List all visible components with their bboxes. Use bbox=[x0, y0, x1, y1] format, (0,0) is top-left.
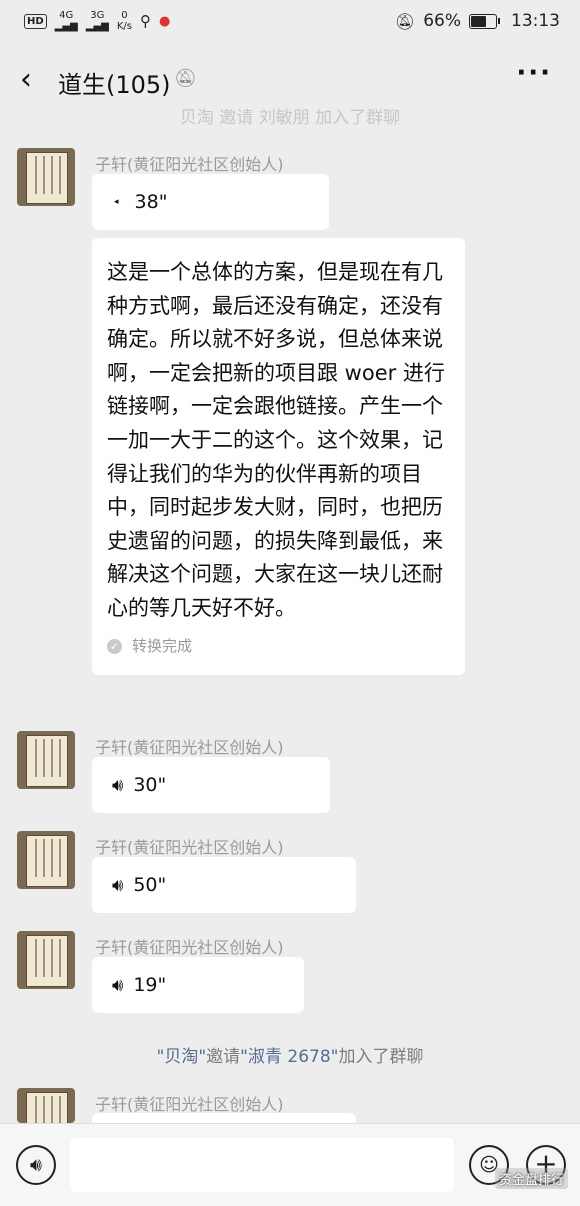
bell-off-icon: 🔕︎ bbox=[174, 68, 197, 89]
status-right: 🔕︎ 66% 13:13 bbox=[395, 11, 560, 31]
voice-wave-icon: 🔊︎ bbox=[112, 874, 124, 896]
message-input[interactable] bbox=[70, 1138, 454, 1192]
voice-duration: 38" bbox=[134, 191, 168, 213]
system-message-invite: "贝淘"邀请"淑青 2678"加入了群聊 bbox=[0, 1042, 580, 1067]
message-bubble-partial[interactable] bbox=[92, 1113, 356, 1123]
status-bar: HD 4G ▂▄▆ 3G ▂▄▆ 0 K/s ⚲ ● 🔕︎ 66% 13:13 bbox=[0, 0, 580, 46]
avatar[interactable] bbox=[17, 931, 75, 989]
battery-fill bbox=[471, 15, 487, 27]
avatar[interactable] bbox=[17, 831, 75, 889]
invitee-name[interactable]: "淑青 2678" bbox=[240, 1047, 338, 1067]
invitee-name[interactable]: 刘敏朋 bbox=[259, 108, 310, 128]
invite-suffix: 加入了群聊 bbox=[315, 108, 401, 128]
hd-badge: HD bbox=[24, 13, 47, 29]
clock: 13:13 bbox=[511, 11, 560, 31]
invite-verb: 邀请 bbox=[206, 1047, 241, 1067]
network-speed: 0 K/s bbox=[116, 10, 132, 32]
avatar[interactable] bbox=[17, 1088, 75, 1123]
battery-icon bbox=[469, 13, 500, 29]
battery-percent: 66% bbox=[423, 11, 461, 31]
avatar[interactable] bbox=[17, 148, 75, 206]
invite-verb: 邀请 bbox=[219, 108, 254, 128]
sender-name: 子轩(黄征阳光社区创始人) bbox=[95, 838, 284, 857]
invite-suffix: 加入了群聊 bbox=[338, 1047, 424, 1067]
voice-playing-icon: ◂ bbox=[114, 197, 119, 207]
voice-message[interactable]: 🔊︎ 50" bbox=[92, 857, 356, 913]
check-circle-icon: ✓ bbox=[107, 638, 122, 654]
location-icon: ● bbox=[158, 13, 171, 29]
voice-duration: 30" bbox=[133, 774, 167, 796]
voice-message[interactable]: 🔊︎ 19" bbox=[92, 957, 304, 1013]
transcript-status: ✓ 转换完成 bbox=[107, 630, 451, 664]
more-dots-icon[interactable]: ··· bbox=[516, 60, 552, 86]
sender-name: 子轩(黄征阳光社区创始人) bbox=[95, 1095, 284, 1114]
voice-duration: 19" bbox=[133, 974, 167, 996]
sender-name: 子轩(黄征阳光社区创始人) bbox=[95, 155, 284, 174]
transcript-text: 这是一个总体的方案，但是现在有几种方式啊，最后还没有确定，还没有确定。所以就不好… bbox=[107, 260, 445, 620]
status-left: HD 4G ▂▄▆ 3G ▂▄▆ 0 K/s ⚲ ● bbox=[24, 10, 170, 32]
transcript-status-label: 转换完成 bbox=[132, 636, 193, 655]
voice-message[interactable]: 🔊︎ 30" bbox=[92, 757, 330, 813]
inviter-name[interactable]: 贝淘 bbox=[180, 108, 214, 128]
sender-name: 子轩(黄征阳光社区创始人) bbox=[95, 938, 284, 957]
sender-name: 子轩(黄征阳光社区创始人) bbox=[95, 738, 284, 757]
chat-title: 道生(105) bbox=[58, 71, 171, 99]
transcript-bubble[interactable]: 这是一个总体的方案，但是现在有几种方式啊，最后还没有确定，还没有确定。所以就不好… bbox=[92, 238, 465, 676]
inviter-name[interactable]: "贝淘" bbox=[157, 1047, 207, 1067]
system-message-invite: 贝淘 邀请 刘敏朋 加入了群聊 bbox=[0, 103, 580, 128]
voice-input-icon[interactable]: 🔊︎ bbox=[16, 1145, 56, 1185]
signal-4g: 4G ▂▄▆ bbox=[54, 10, 78, 32]
avatar[interactable] bbox=[17, 731, 75, 789]
chat-input-bar: 🔊︎ ☺ + bbox=[0, 1123, 580, 1206]
voice-wave-icon: 🔊︎ bbox=[112, 974, 124, 996]
chevron-left-icon[interactable]: ‹ bbox=[20, 64, 32, 96]
signal-3g: 3G ▂▄▆ bbox=[85, 10, 109, 32]
voice-wave-icon: 🔊︎ bbox=[112, 774, 124, 796]
voice-duration: 50" bbox=[133, 874, 167, 896]
mute-status-icon: 🔕︎ bbox=[394, 11, 416, 31]
watermark: 资金盘排行 bbox=[494, 1168, 568, 1189]
voice-message[interactable]: ◂ 38" bbox=[92, 174, 329, 230]
key-icon: ⚲ bbox=[139, 12, 151, 30]
